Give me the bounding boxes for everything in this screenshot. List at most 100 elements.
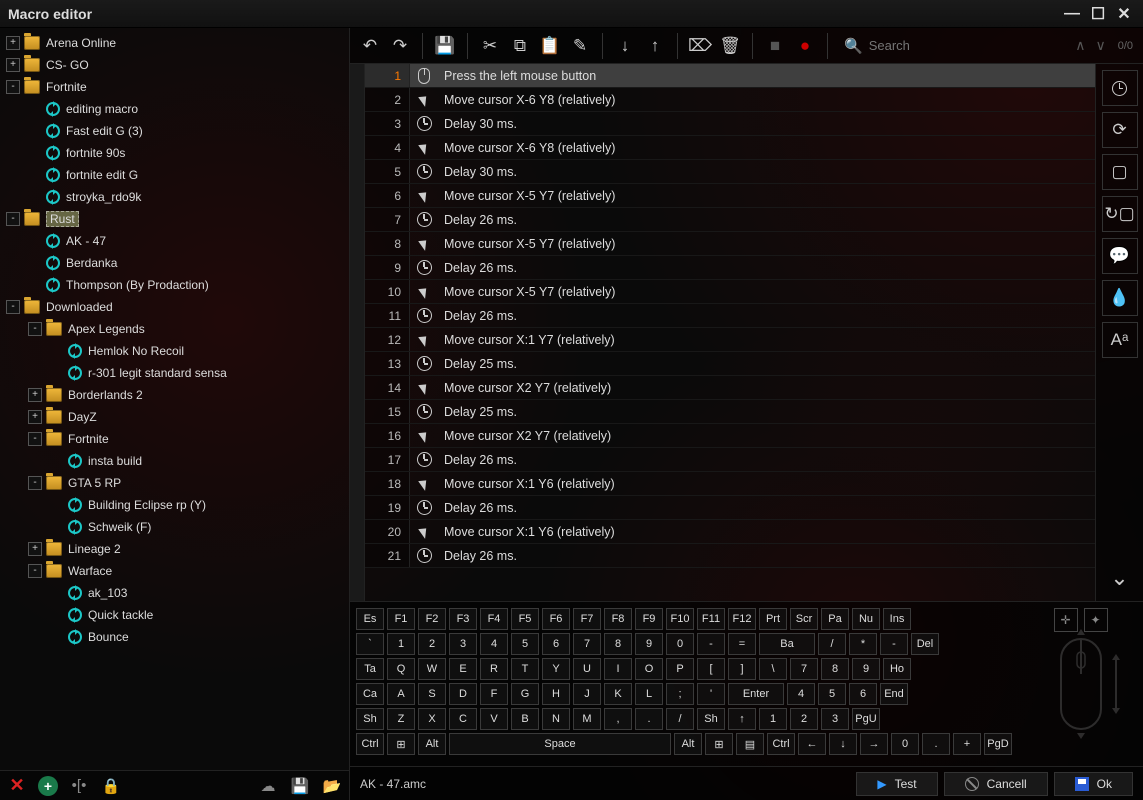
key-[interactable]: ←	[798, 733, 826, 755]
expander-icon[interactable]: -	[28, 322, 42, 336]
key-f11[interactable]: F11	[697, 608, 725, 630]
key-[interactable]: +	[953, 733, 981, 755]
key-b[interactable]: B	[511, 708, 539, 730]
key-[interactable]: /	[818, 633, 846, 655]
key-x[interactable]: X	[418, 708, 446, 730]
mouse-diagram-icon[interactable]	[1036, 624, 1126, 744]
key-f10[interactable]: F10	[666, 608, 694, 630]
key-g[interactable]: G	[511, 683, 539, 705]
key-f1[interactable]: F1	[387, 608, 415, 630]
open-folder-button[interactable]: 📂	[321, 775, 343, 797]
key-6[interactable]: 6	[542, 633, 570, 655]
key-0[interactable]: 0	[666, 633, 694, 655]
key-[interactable]: /	[666, 708, 694, 730]
key-f7[interactable]: F7	[573, 608, 601, 630]
key-f4[interactable]: F4	[480, 608, 508, 630]
step-row[interactable]: 20Move cursor X:1 Y6 (relatively)	[365, 520, 1095, 544]
key-9[interactable]: 9	[635, 633, 663, 655]
save-button[interactable]: 💾	[289, 775, 311, 797]
step-row[interactable]: 10Move cursor X-5 Y7 (relatively)	[365, 280, 1095, 304]
step-row[interactable]: 5Delay 30 ms.	[365, 160, 1095, 184]
key-4[interactable]: 4	[480, 633, 508, 655]
key-[interactable]: ⊞	[705, 733, 733, 755]
step-row[interactable]: 3Delay 30 ms.	[365, 112, 1095, 136]
key-o[interactable]: O	[635, 658, 663, 680]
step-row[interactable]: 9Delay 26 ms.	[365, 256, 1095, 280]
expander-icon[interactable]: -	[6, 212, 20, 226]
step-row[interactable]: 19Delay 26 ms.	[365, 496, 1095, 520]
tree-item[interactable]: editing macro	[2, 98, 343, 120]
cancel-button[interactable]: Cancell	[944, 772, 1048, 796]
key-nu[interactable]: Nu	[852, 608, 880, 630]
key-[interactable]: ,	[604, 708, 632, 730]
expander-icon[interactable]: -	[6, 80, 20, 94]
tree-item[interactable]: fortnite 90s	[2, 142, 343, 164]
tree-item[interactable]: stroyka_rdo9k	[2, 186, 343, 208]
key-ins[interactable]: Ins	[883, 608, 911, 630]
step-row[interactable]: 11Delay 26 ms.	[365, 304, 1095, 328]
key-ca[interactable]: Ca	[356, 683, 384, 705]
delete-line-button[interactable]: ⌦	[686, 32, 714, 60]
key-1[interactable]: 1	[387, 633, 415, 655]
step-row[interactable]: 4Move cursor X-6 Y8 (relatively)	[365, 136, 1095, 160]
insert-color-button[interactable]: 💧	[1102, 280, 1138, 316]
key-ta[interactable]: Ta	[356, 658, 384, 680]
panel-collapse-button[interactable]: ⌄	[1110, 565, 1128, 591]
key-5[interactable]: 5	[511, 633, 539, 655]
key-f[interactable]: F	[480, 683, 508, 705]
tree-folder[interactable]: -Rust	[2, 208, 343, 230]
key-space[interactable]: Space	[449, 733, 671, 755]
step-row[interactable]: 17Delay 26 ms.	[365, 448, 1095, 472]
key-[interactable]: *	[849, 633, 877, 655]
minimize-button[interactable]: —	[1061, 5, 1083, 23]
key-2[interactable]: 2	[790, 708, 818, 730]
tree-item[interactable]: ak_103	[2, 582, 343, 604]
tree-folder[interactable]: +CS- GO	[2, 54, 343, 76]
clear-button[interactable]: 🗑	[716, 32, 744, 60]
key-[interactable]: .	[635, 708, 663, 730]
move-up-button[interactable]: ↑	[641, 32, 669, 60]
step-row[interactable]: 14Move cursor X2 Y7 (relatively)	[365, 376, 1095, 400]
key-[interactable]: '	[697, 683, 725, 705]
key-v[interactable]: V	[480, 708, 508, 730]
key-f5[interactable]: F5	[511, 608, 539, 630]
delete-button[interactable]: ✕	[6, 775, 28, 797]
key-6[interactable]: 6	[849, 683, 877, 705]
expander-icon[interactable]: +	[6, 58, 20, 72]
key-ba[interactable]: Ba	[759, 633, 815, 655]
key-alt[interactable]: Alt	[674, 733, 702, 755]
tree-folder[interactable]: -Fortnite	[2, 428, 343, 450]
step-row[interactable]: 18Move cursor X:1 Y6 (relatively)	[365, 472, 1095, 496]
key-r[interactable]: R	[480, 658, 508, 680]
cut-button[interactable]: ✂	[476, 32, 504, 60]
tree-item[interactable]: Thompson (By Prodaction)	[2, 274, 343, 296]
step-row[interactable]: 16Move cursor X2 Y7 (relatively)	[365, 424, 1095, 448]
tree-item[interactable]: r-301 legit standard sensa	[2, 362, 343, 384]
search-next-button[interactable]: ∨	[1095, 37, 1105, 54]
tree-folder[interactable]: -Apex Legends	[2, 318, 343, 340]
key-f9[interactable]: F9	[635, 608, 663, 630]
key-f2[interactable]: F2	[418, 608, 446, 630]
insert-comment-button[interactable]: 💬	[1102, 238, 1138, 274]
step-row[interactable]: 12Move cursor X:1 Y7 (relatively)	[365, 328, 1095, 352]
key-d[interactable]: D	[449, 683, 477, 705]
key-8[interactable]: 8	[821, 658, 849, 680]
step-row[interactable]: 21Delay 26 ms.	[365, 544, 1095, 568]
search-prev-button[interactable]: ∧	[1075, 37, 1085, 54]
key-5[interactable]: 5	[818, 683, 846, 705]
key-t[interactable]: T	[511, 658, 539, 680]
key-0[interactable]: 0	[891, 733, 919, 755]
key-j[interactable]: J	[573, 683, 601, 705]
step-row[interactable]: 8Move cursor X-5 Y7 (relatively)	[365, 232, 1095, 256]
key-pgu[interactable]: PgU	[852, 708, 880, 730]
expander-icon[interactable]: -	[28, 564, 42, 578]
key-enter[interactable]: Enter	[728, 683, 784, 705]
key-[interactable]: ]	[728, 658, 756, 680]
tree-item[interactable]: Bounce	[2, 626, 343, 648]
tree-folder[interactable]: -Fortnite	[2, 76, 343, 98]
key-[interactable]: \	[759, 658, 787, 680]
cloud-button[interactable]: ☁	[257, 775, 279, 797]
key-scr[interactable]: Scr	[790, 608, 818, 630]
key-[interactable]: `	[356, 633, 384, 655]
key-7[interactable]: 7	[790, 658, 818, 680]
